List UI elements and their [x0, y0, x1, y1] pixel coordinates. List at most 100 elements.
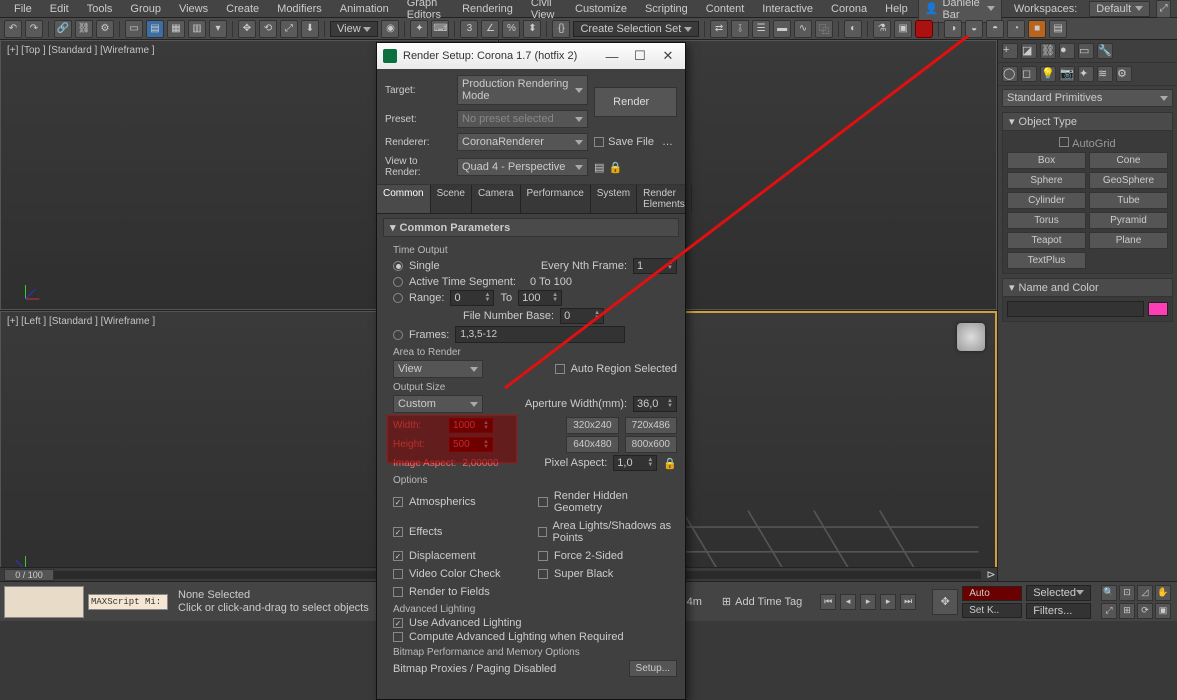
- close-button[interactable]: ✕: [657, 47, 679, 65]
- trackbar-thumbnail[interactable]: [4, 586, 84, 618]
- object-type-rollout-header[interactable]: ▾Object Type: [1002, 112, 1173, 131]
- menu-edit[interactable]: Edit: [42, 2, 77, 16]
- displacement-checkbox[interactable]: [393, 551, 403, 561]
- object-color-swatch[interactable]: [1148, 302, 1168, 316]
- menu-grapheditors[interactable]: Graph Editors: [399, 0, 452, 22]
- unlink-button[interactable]: ⛓: [75, 20, 93, 38]
- view-to-render-dropdown[interactable]: Quad 4 - Perspective: [457, 158, 588, 176]
- nav-fov-button[interactable]: ◿: [1137, 585, 1153, 601]
- modify-tab-icon[interactable]: ◪: [1021, 43, 1037, 59]
- view-list-icon[interactable]: ▤: [594, 161, 604, 174]
- save-file-checkbox[interactable]: [594, 137, 604, 147]
- snap-toggle-button[interactable]: 3: [460, 20, 478, 38]
- time-slider-thumb[interactable]: 0 / 100: [4, 569, 54, 581]
- viewport-top-label[interactable]: [+] [Top ] [Standard ] [Wireframe ]: [7, 45, 155, 56]
- align-button[interactable]: ⫱: [731, 20, 749, 38]
- schematic-view-button[interactable]: ⿻: [815, 20, 833, 38]
- radio-single[interactable]: [393, 261, 403, 271]
- output-size-dropdown[interactable]: Custom: [393, 395, 483, 413]
- menu-group[interactable]: Group: [122, 2, 169, 16]
- angle-snap-button[interactable]: ∠: [481, 20, 499, 38]
- tab-scene[interactable]: Scene: [431, 185, 472, 213]
- view-cube[interactable]: [957, 323, 985, 351]
- name-color-rollout-header[interactable]: ▾Name and Color: [1002, 278, 1173, 297]
- range-from-spinner[interactable]: 0▲▼: [450, 290, 494, 306]
- nav-orbit-button[interactable]: ⟳: [1137, 603, 1153, 619]
- add-time-tag-button[interactable]: Add Time Tag: [735, 596, 802, 608]
- renderer-dropdown[interactable]: CoronaRenderer: [457, 133, 588, 151]
- menu-file[interactable]: File: [6, 2, 40, 16]
- isolate-selection-button[interactable]: ✥: [932, 589, 958, 615]
- primitive-sphere-button[interactable]: Sphere: [1007, 172, 1086, 189]
- preset-720x486-button[interactable]: 720x486: [625, 417, 677, 434]
- goto-end-button[interactable]: ⏭: [900, 594, 916, 610]
- hierarchy-tab-icon[interactable]: ⛓: [1040, 43, 1056, 59]
- super-black-checkbox[interactable]: [538, 569, 548, 579]
- nav-zoom-ext-all-button[interactable]: ⊞: [1119, 603, 1135, 619]
- radio-range[interactable]: [393, 293, 403, 303]
- tab-performance[interactable]: Performance: [521, 185, 591, 213]
- primitive-plane-button[interactable]: Plane: [1089, 232, 1168, 249]
- video-color-check-checkbox[interactable]: [393, 569, 403, 579]
- nav-zoom-all-button[interactable]: ⊡: [1119, 585, 1135, 601]
- lock-view-icon[interactable]: 🔒: [609, 161, 621, 173]
- time-tag-icon[interactable]: ⊞: [722, 595, 731, 608]
- object-name-field[interactable]: [1007, 301, 1144, 317]
- render-setup-button[interactable]: ⚗: [873, 20, 891, 38]
- curve-editor-button[interactable]: ∿: [794, 20, 812, 38]
- workspace-expand-icon[interactable]: ⤢: [1156, 0, 1171, 18]
- menu-tools[interactable]: Tools: [79, 2, 121, 16]
- menu-animation[interactable]: Animation: [332, 2, 397, 16]
- set-key-button[interactable]: Set K..: [962, 603, 1022, 618]
- nav-zoom-ext-button[interactable]: ⤢: [1101, 603, 1117, 619]
- menu-create[interactable]: Create: [218, 2, 267, 16]
- rendered-frame-button[interactable]: ▣: [894, 20, 912, 38]
- corona-btn-1[interactable]: ◑: [944, 20, 962, 38]
- viewport-left-label[interactable]: [+] [Left ] [Standard ] [Wireframe ]: [7, 316, 155, 327]
- create-tab-icon[interactable]: +: [1002, 43, 1018, 59]
- rotate-button[interactable]: ⟲: [259, 20, 277, 38]
- nav-maximize-button[interactable]: ▣: [1155, 603, 1171, 619]
- area-to-render-dropdown[interactable]: View: [393, 360, 483, 378]
- percent-snap-button[interactable]: %: [502, 20, 520, 38]
- tab-system[interactable]: System: [591, 185, 637, 213]
- preset-320x240-button[interactable]: 320x240: [566, 417, 618, 434]
- primitive-pyramid-button[interactable]: Pyramid: [1089, 212, 1168, 229]
- primitive-cone-button[interactable]: Cone: [1089, 152, 1168, 169]
- menu-help[interactable]: Help: [877, 2, 916, 16]
- selection-set-dropdown[interactable]: Create Selection Set: [573, 21, 699, 37]
- bind-button[interactable]: ⚙: [96, 20, 114, 38]
- save-file-browse-button[interactable]: …: [658, 136, 677, 148]
- window-crossing-button[interactable]: ▥: [188, 20, 206, 38]
- link-button[interactable]: 🔗: [54, 20, 72, 38]
- pixel-aspect-spinner[interactable]: 1,0▲▼: [613, 455, 657, 471]
- corona-btn-5[interactable]: ■: [1028, 20, 1046, 38]
- spinner-snap-button[interactable]: ⬍: [523, 20, 541, 38]
- force-2sided-checkbox[interactable]: [538, 551, 548, 561]
- bitmap-setup-button[interactable]: Setup...: [629, 660, 677, 677]
- frames-input[interactable]: [455, 326, 625, 343]
- primitive-cylinder-button[interactable]: Cylinder: [1007, 192, 1086, 209]
- primitive-teapot-button[interactable]: Teapot: [1007, 232, 1086, 249]
- file-number-base-spinner[interactable]: 0▲▼: [560, 308, 604, 324]
- menu-civilview[interactable]: Civil View: [523, 0, 565, 22]
- corona-btn-4[interactable]: ◔: [1007, 20, 1025, 38]
- primitive-geosphere-button[interactable]: GeoSphere: [1089, 172, 1168, 189]
- use-pivot-button[interactable]: ◉: [381, 20, 399, 38]
- render-button[interactable]: Render: [594, 87, 677, 117]
- corona-btn-2[interactable]: ◒: [965, 20, 983, 38]
- timeline-expand-icon[interactable]: ⊳: [985, 568, 997, 581]
- primitive-tube-button[interactable]: Tube: [1089, 192, 1168, 209]
- aspect-lock-icon[interactable]: 🔒: [663, 457, 677, 470]
- select-by-name-button[interactable]: ▤: [146, 20, 164, 38]
- radio-frames[interactable]: [393, 330, 403, 340]
- key-filters-button[interactable]: Filters...: [1026, 603, 1091, 619]
- next-frame-button[interactable]: ▸: [880, 594, 896, 610]
- ref-coord-dropdown[interactable]: View: [330, 21, 378, 37]
- spacewarps-category-icon[interactable]: ≋: [1097, 66, 1113, 82]
- auto-key-button[interactable]: Auto: [962, 586, 1022, 601]
- menu-views[interactable]: Views: [171, 2, 216, 16]
- keyboard-shortcut-button[interactable]: ⌨: [431, 20, 449, 38]
- motion-tab-icon[interactable]: ●: [1059, 43, 1075, 59]
- helpers-category-icon[interactable]: ✦: [1078, 66, 1094, 82]
